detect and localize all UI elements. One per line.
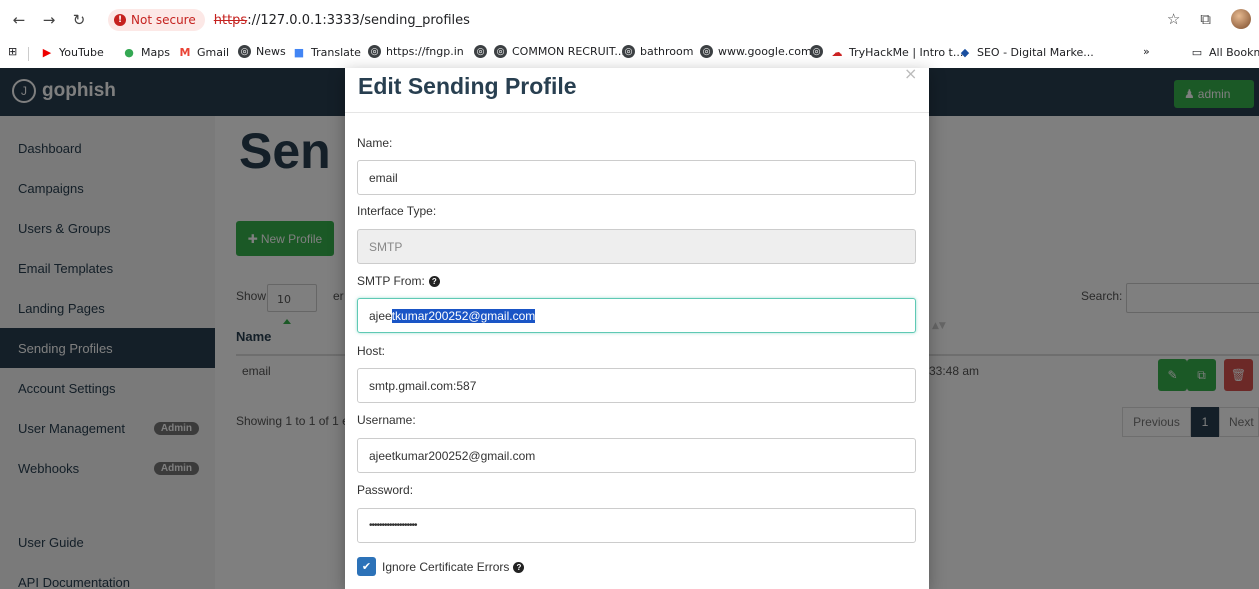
globe-icon: ◎ [700, 45, 713, 58]
url-scheme: https [213, 12, 248, 28]
bookmark-youtube[interactable]: ▶ YouTube [40, 45, 104, 59]
url-path: ://127.0.0.1:3333/sending_profiles [247, 12, 470, 28]
globe-icon: ◎ [474, 45, 487, 58]
globe-icon: ◎ [810, 45, 823, 58]
username-field[interactable]: ajeetkumar200252@gmail.com [357, 438, 916, 473]
modal-header-divider [345, 112, 929, 113]
bookmarks-more[interactable]: » [1143, 45, 1150, 58]
smtp-from-text: ajee [369, 308, 392, 323]
bookmark-blank-2[interactable]: ◎ [810, 45, 823, 58]
help-icon[interactable]: ? [513, 561, 525, 573]
warning-icon: ! [114, 14, 126, 26]
globe-icon: ◎ [238, 45, 251, 58]
globe-icon: ◎ [494, 45, 507, 58]
browser-toolbar: ← → ↻ ! Not secure https://127.0.0.1:333… [0, 0, 1259, 40]
browser-chrome: ← → ↻ ! Not secure https://127.0.0.1:333… [0, 0, 1259, 68]
close-icon[interactable]: × [904, 64, 917, 83]
globe-icon: ◎ [622, 45, 635, 58]
maps-pin-icon: ● [124, 45, 134, 59]
all-bookmarks[interactable]: ▭ All Bookm [1190, 45, 1259, 59]
smtp-from-field[interactable]: ajee tkumar200252@gmail.com [357, 298, 916, 333]
username-label: Username: [357, 413, 416, 427]
help-icon[interactable]: ? [428, 275, 440, 287]
star-icon[interactable]: ☆ [1167, 10, 1180, 28]
youtube-icon: ▶ [42, 45, 52, 59]
bookmark-fngp[interactable]: ◎ https://fngp.in [368, 45, 464, 58]
selected-text: tkumar200252@gmail.com [391, 308, 536, 323]
ignore-cert-label: Ignore Certificate Errors? [382, 560, 525, 574]
security-chip[interactable]: ! Not secure [108, 9, 205, 31]
bookmarks-divider [28, 47, 29, 61]
bookmark-maps[interactable]: ● Maps [122, 45, 170, 59]
browser-actions: ☆ ⧉ [1167, 9, 1251, 29]
address-bar[interactable]: ! Not secure https://127.0.0.1:3333/send… [104, 7, 1224, 33]
bookmarks-bar: ⊞ ▶ YouTube ● Maps M Gmail ◎ News ■ Translate… [0, 40, 1259, 68]
bookmark-seo[interactable]: ◆ SEO - Digital Marke... [958, 45, 1094, 59]
host-field[interactable]: smtp.gmail.com:587 [357, 368, 916, 403]
interface-type-field: SMTP [357, 229, 916, 264]
bookmark-news[interactable]: ◎ News [238, 45, 286, 58]
gmail-icon: M [179, 45, 191, 59]
extensions-icon[interactable]: ⧉ [1200, 10, 1211, 28]
seo-icon: ◆ [960, 45, 970, 59]
bookmark-gmail[interactable]: M Gmail [178, 45, 230, 59]
globe-icon: ◎ [368, 45, 381, 58]
tryhackme-icon: ☁ [831, 45, 843, 59]
back-icon[interactable]: ← [8, 9, 30, 31]
check-icon: ✔ [361, 560, 372, 573]
name-label: Name: [357, 136, 393, 150]
bookmark-translate[interactable]: ■ Translate [292, 45, 361, 59]
bookmark-google[interactable]: ◎ www.google.com [700, 45, 812, 58]
password-label: Password: [357, 483, 414, 497]
folder-icon: ▭ [1191, 45, 1203, 59]
host-label: Host: [357, 344, 386, 358]
ignore-cert-checkbox[interactable]: ✔ [357, 557, 376, 576]
bookmark-bathroom[interactable]: ◎ bathroom [622, 45, 693, 58]
bookmark-common-recruit[interactable]: ◎ COMMON RECRUIT... [494, 45, 625, 58]
reload-icon[interactable]: ↻ [68, 9, 90, 31]
modal-title: Edit Sending Profile [358, 73, 577, 99]
edit-sending-profile-modal: Edit Sending Profile × Name: email Inter… [345, 64, 929, 589]
forward-icon[interactable]: → [38, 9, 60, 31]
url-text: https://127.0.0.1:3333/sending_profiles [214, 13, 470, 28]
security-label: Not secure [131, 13, 196, 27]
profile-avatar[interactable] [1231, 9, 1251, 29]
password-field[interactable]: ••••••••••••••••••• [357, 508, 916, 543]
name-field[interactable]: email [357, 160, 916, 195]
bookmark-tryhackme[interactable]: ☁ TryHackMe | Intro t... [830, 45, 964, 59]
bookmark-blank[interactable]: ◎ [474, 45, 487, 58]
translate-icon: ■ [293, 45, 305, 59]
interface-type-label: Interface Type: [357, 204, 437, 218]
apps-icon[interactable]: ⊞ [8, 45, 17, 58]
smtp-from-label: SMTP From:? [357, 274, 440, 288]
